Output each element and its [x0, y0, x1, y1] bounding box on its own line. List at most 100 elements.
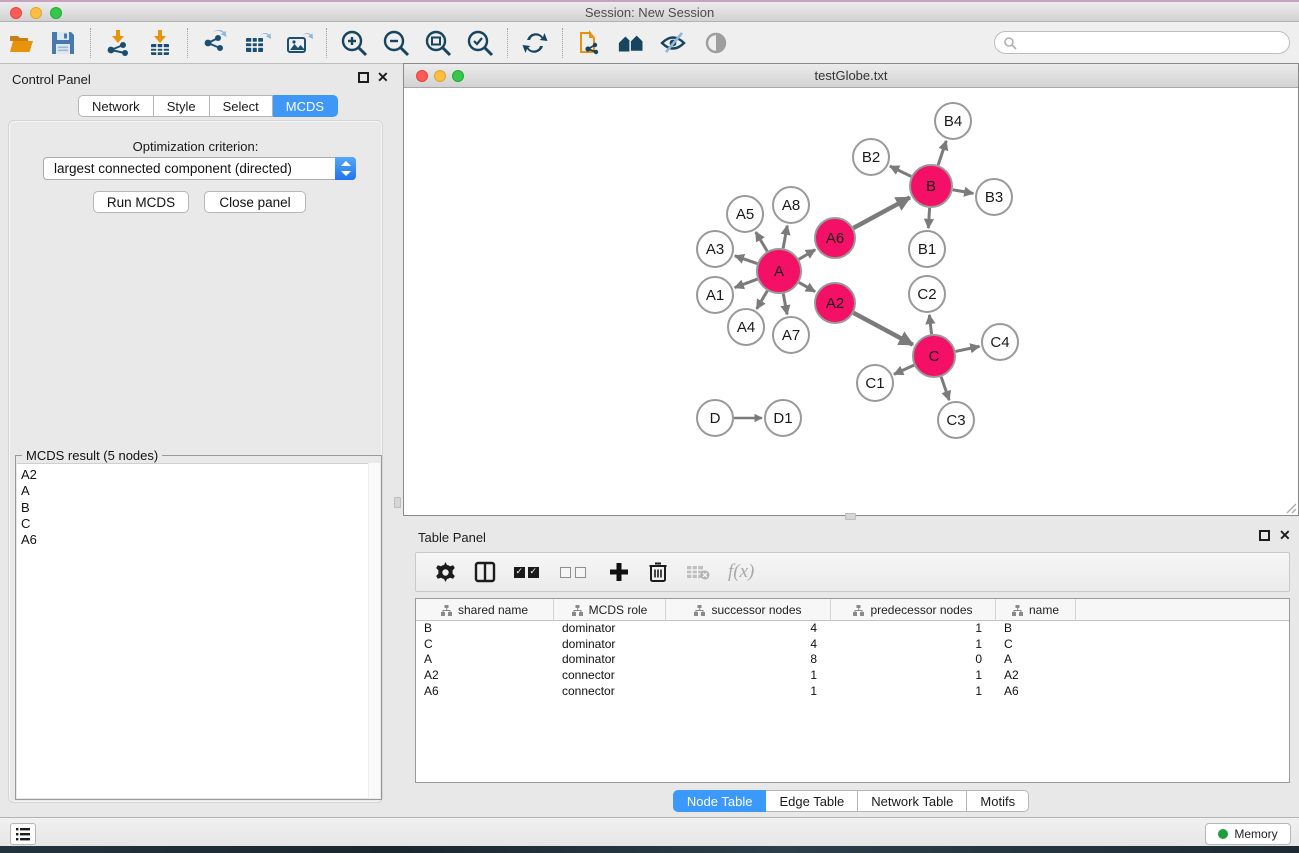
window-resize-grip[interactable]: [1283, 500, 1297, 514]
graph-node-A8[interactable]: A8: [773, 187, 809, 223]
mcds-result-item[interactable]: A6: [21, 532, 380, 548]
table-cell[interactable]: 0: [831, 652, 996, 668]
close-panel-icon[interactable]: ✕: [377, 69, 389, 86]
table-row[interactable]: Adominator80A: [416, 652, 1289, 668]
tab-style[interactable]: Style: [154, 95, 210, 117]
graph-edge-A-A5[interactable]: [756, 232, 767, 251]
graph-node-A7[interactable]: A7: [773, 317, 809, 353]
tab-select[interactable]: Select: [210, 95, 273, 117]
select-all-columns-icon[interactable]: [514, 567, 542, 578]
graph-node-D1[interactable]: D1: [765, 400, 801, 436]
graph-edge-A-A2[interactable]: [799, 282, 815, 291]
graph-edge-B-B1[interactable]: [928, 208, 929, 228]
table-cell[interactable]: 4: [666, 621, 831, 637]
column-header-predecessor-nodes[interactable]: predecessor nodes: [831, 599, 996, 621]
column-header-shared-name[interactable]: shared name: [416, 599, 554, 621]
search-field[interactable]: [994, 31, 1290, 54]
export-table-icon[interactable]: [242, 28, 272, 58]
tab-edge-table[interactable]: Edge Table: [766, 790, 858, 812]
task-history-button[interactable]: [10, 823, 36, 845]
mcds-result-item[interactable]: A: [21, 483, 380, 499]
table-cell[interactable]: B: [416, 621, 554, 637]
function-builder-icon[interactable]: f(x): [728, 561, 754, 583]
table-cell[interactable]: A6: [416, 684, 554, 700]
graph-node-B3[interactable]: B3: [976, 179, 1012, 215]
table-cell[interactable]: 8: [666, 652, 831, 668]
table-cell[interactable]: 1: [666, 668, 831, 684]
table-cell[interactable]: dominator: [554, 652, 666, 668]
graph-node-A6[interactable]: A6: [815, 218, 855, 258]
table-cell[interactable]: dominator: [554, 621, 666, 637]
graph-node-D[interactable]: D: [697, 400, 733, 436]
zoom-out-icon[interactable]: [381, 28, 411, 58]
graph-node-A4[interactable]: A4: [728, 309, 764, 345]
graph-node-C4[interactable]: C4: [982, 324, 1018, 360]
vertical-splitter-grip[interactable]: [394, 497, 401, 508]
table-cell[interactable]: A2: [996, 668, 1076, 684]
graph-node-A2[interactable]: A2: [815, 283, 855, 323]
table-cell[interactable]: dominator: [554, 637, 666, 653]
close-table-panel-icon[interactable]: ✕: [1279, 527, 1291, 544]
table-cell[interactable]: A6: [996, 684, 1076, 700]
tab-network-table[interactable]: Network Table: [858, 790, 967, 812]
graph-edge-C-C2[interactable]: [929, 315, 931, 334]
tab-motifs[interactable]: Motifs: [967, 790, 1029, 812]
table-cell[interactable]: A: [416, 652, 554, 668]
run-mcds-button[interactable]: Run MCDS: [93, 191, 189, 213]
table-cell[interactable]: 1: [831, 684, 996, 700]
table-cell[interactable]: 1: [831, 637, 996, 653]
graph-edge-A2-C[interactable]: [854, 313, 913, 345]
table-cell[interactable]: connector: [554, 668, 666, 684]
graph-node-B4[interactable]: B4: [935, 103, 971, 139]
zoom-in-icon[interactable]: [339, 28, 369, 58]
table-cell[interactable]: C: [416, 637, 554, 653]
graph-node-A1[interactable]: A1: [697, 277, 733, 313]
float-panel-icon[interactable]: [358, 72, 369, 83]
import-network-icon[interactable]: [103, 28, 133, 58]
mcds-result-item[interactable]: C: [21, 516, 380, 532]
open-session-icon[interactable]: [6, 28, 36, 58]
export-image-icon[interactable]: [284, 28, 314, 58]
table-cell[interactable]: A2: [416, 668, 554, 684]
table-cell[interactable]: B: [996, 621, 1076, 637]
mcds-list-scrollbar[interactable]: [368, 463, 380, 798]
unselect-all-columns-icon[interactable]: [560, 567, 590, 578]
table-row[interactable]: A2connector11A2: [416, 668, 1289, 684]
graph-edge-A-A7[interactable]: [783, 294, 787, 315]
mcds-result-item[interactable]: B: [21, 500, 380, 516]
graph-node-B[interactable]: B: [910, 165, 952, 207]
delete-table-icon[interactable]: [686, 563, 710, 581]
tab-mcds[interactable]: MCDS: [273, 95, 338, 117]
show-all-neighbors-icon[interactable]: [617, 28, 647, 58]
horizontal-splitter-grip[interactable]: [845, 513, 856, 520]
save-session-icon[interactable]: [48, 28, 78, 58]
graph-edge-A-A6[interactable]: [799, 250, 815, 260]
mcds-result-item[interactable]: A2: [21, 467, 380, 483]
graph-edge-A-A1[interactable]: [735, 279, 758, 288]
graph-node-A[interactable]: A: [757, 249, 801, 293]
delete-columns-icon[interactable]: [648, 561, 668, 583]
table-cell[interactable]: 1: [831, 621, 996, 637]
table-row[interactable]: Cdominator41C: [416, 637, 1289, 653]
table-row[interactable]: Bdominator41B: [416, 621, 1289, 637]
criterion-select[interactable]: largest connected component (directed): [43, 157, 356, 180]
graph-edge-B-B3[interactable]: [953, 190, 974, 194]
graph-edge-B-B4[interactable]: [938, 141, 946, 165]
graph-edge-C-C4[interactable]: [956, 346, 980, 351]
close-panel-button[interactable]: Close panel: [204, 191, 306, 213]
table-cell[interactable]: 4: [666, 637, 831, 653]
hide-selected-icon[interactable]: [659, 28, 689, 58]
mcds-result-list[interactable]: A2ABCA6: [17, 463, 380, 798]
network-window-titlebar[interactable]: testGlobe.txt: [404, 64, 1298, 88]
zoom-selected-icon[interactable]: [465, 28, 495, 58]
graph-edge-A6-B[interactable]: [853, 197, 909, 228]
graph-edge-A-A3[interactable]: [735, 256, 757, 264]
column-header-successor-nodes[interactable]: successor nodes: [666, 599, 831, 621]
graph-node-A5[interactable]: A5: [727, 196, 763, 232]
add-column-icon[interactable]: [608, 561, 630, 583]
graph-edge-A-A8[interactable]: [783, 226, 787, 249]
table-cell[interactable]: A: [996, 652, 1076, 668]
tab-network[interactable]: Network: [78, 95, 154, 117]
graph-node-C2[interactable]: C2: [909, 276, 945, 312]
show-columns-icon[interactable]: [474, 561, 496, 583]
